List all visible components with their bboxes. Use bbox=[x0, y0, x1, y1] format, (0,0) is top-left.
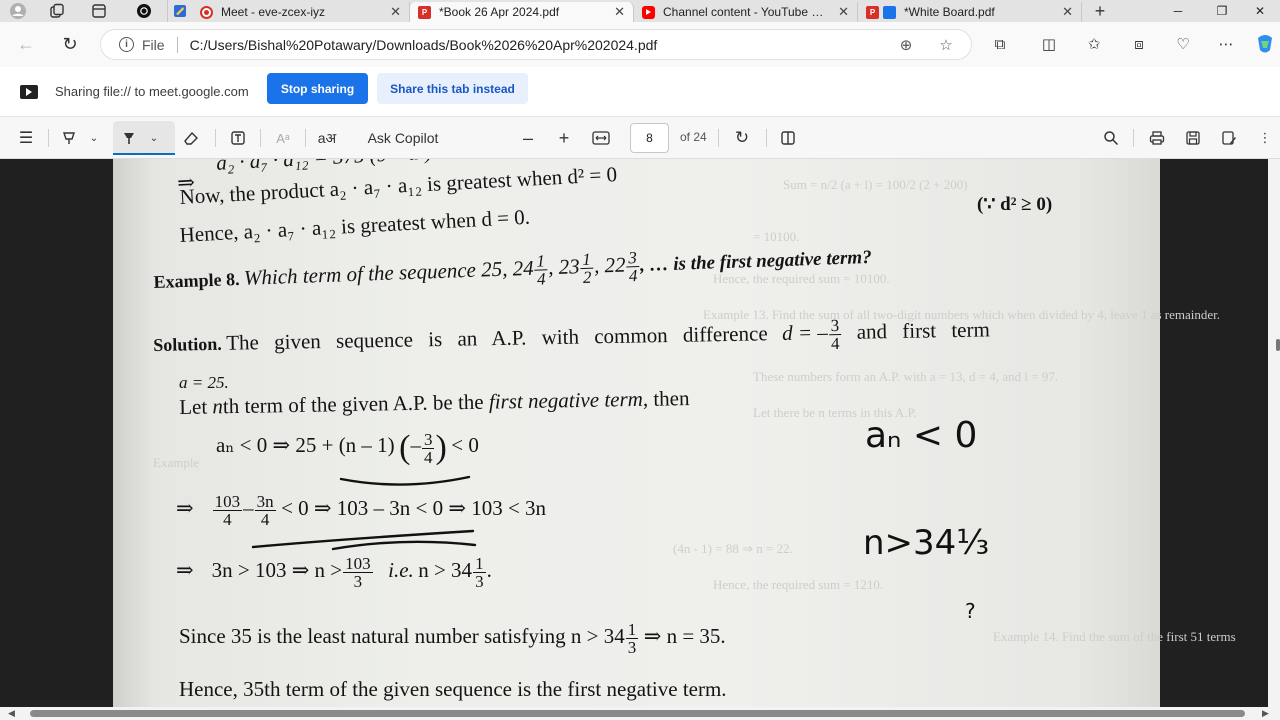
save-icon[interactable] bbox=[1181, 125, 1205, 151]
draw-tool-underline bbox=[113, 153, 175, 155]
close-tab-icon[interactable]: ✕ bbox=[390, 4, 401, 20]
ink-underline bbox=[331, 540, 477, 551]
toolbar-divider bbox=[718, 129, 719, 147]
page-view-icon[interactable] bbox=[776, 125, 800, 151]
chevron-down-icon[interactable]: ⌄ bbox=[88, 125, 100, 151]
whatsapp-tab-icon[interactable] bbox=[120, 0, 168, 22]
share-screen-icon bbox=[20, 84, 38, 99]
tab-strip: Meet - eve-zcex-iyz ✕ P *Book 26 Apr 202… bbox=[0, 0, 1280, 22]
handwritten-note: aₙ < 0 bbox=[865, 415, 978, 456]
eraser-icon[interactable] bbox=[180, 125, 202, 151]
draw-icon[interactable] bbox=[118, 125, 140, 151]
new-tab-icon[interactable]: + bbox=[1082, 0, 1118, 22]
url-text: C:/Users/Bishal%20Potawary/Downloads/Boo… bbox=[189, 36, 658, 53]
url-scheme: File bbox=[142, 36, 165, 53]
handwritten-note: ? bbox=[965, 599, 976, 623]
toolbar-divider bbox=[260, 129, 261, 147]
pdf-icon: P bbox=[866, 5, 879, 19]
horizontal-scrollbar[interactable]: ◀ ▶ bbox=[0, 707, 1280, 720]
ink-strokes bbox=[251, 475, 477, 551]
scroll-marker bbox=[1276, 339, 1280, 351]
close-tab-icon[interactable]: ✕ bbox=[614, 4, 625, 20]
toolbar-divider bbox=[305, 129, 306, 147]
ask-copilot-button[interactable]: Ask Copilot bbox=[358, 125, 448, 151]
pdf-viewer[interactable]: Sum = n/2 (a + l) = 100/2 (2 + 200) = 10… bbox=[0, 159, 1280, 707]
toolbar-divider bbox=[215, 129, 216, 147]
window-icon bbox=[883, 5, 896, 19]
scroll-left-icon[interactable]: ◀ bbox=[8, 707, 15, 720]
minimize-icon[interactable]: ─ bbox=[1158, 0, 1198, 22]
zoom-in-button[interactable]: + bbox=[552, 125, 576, 151]
workspaces-icon[interactable] bbox=[36, 0, 78, 22]
stop-sharing-button[interactable]: Stop sharing bbox=[267, 73, 368, 104]
close-tab-icon[interactable]: ✕ bbox=[838, 4, 849, 20]
restore-icon[interactable]: ❐ bbox=[1202, 0, 1242, 22]
print-icon[interactable] bbox=[1145, 125, 1169, 151]
fit-width-icon[interactable] bbox=[588, 125, 614, 151]
extensions-icon[interactable]: ⧉ bbox=[987, 31, 1013, 57]
save-as-icon[interactable] bbox=[1217, 125, 1241, 151]
zoom-icon[interactable]: ⊕ bbox=[895, 34, 917, 56]
translate-icon[interactable]: aअ bbox=[315, 125, 339, 151]
more-menu-icon[interactable]: ⋯ bbox=[1213, 31, 1239, 57]
profile-icon[interactable] bbox=[0, 0, 36, 22]
ink-underline bbox=[339, 475, 471, 486]
search-icon[interactable] bbox=[1099, 125, 1123, 151]
settings-icon[interactable]: ⋮ bbox=[1255, 125, 1275, 151]
split-screen-icon[interactable]: ◫ bbox=[1036, 31, 1062, 57]
refresh-icon[interactable]: ↻ bbox=[52, 26, 88, 62]
tab-title: Meet - eve-zcex-iyz bbox=[221, 5, 326, 19]
tab-actions-icon[interactable] bbox=[78, 0, 120, 22]
tab-whiteboard-pdf[interactable]: P *White Board.pdf ✕ bbox=[858, 2, 1082, 22]
screen-share-bar: Sharing file:// to meet.google.com Stop … bbox=[0, 67, 1280, 117]
pinned-tab-icon[interactable] bbox=[168, 0, 192, 22]
toolbar-divider bbox=[766, 129, 767, 147]
address-toolbar: ← ↻ i File C:/Users/Bishal%20Potawary/Do… bbox=[0, 22, 1280, 67]
back-icon[interactable]: ← bbox=[8, 26, 44, 62]
page-number-input[interactable]: 8 bbox=[630, 123, 669, 153]
toolbar-divider bbox=[48, 129, 49, 147]
highlight-icon[interactable] bbox=[58, 125, 80, 151]
tab-book-pdf[interactable]: P *Book 26 Apr 2024.pdf ✕ bbox=[410, 2, 634, 22]
tab-title: Channel content - YouTube Studio bbox=[663, 5, 831, 19]
record-icon bbox=[200, 5, 213, 19]
address-field[interactable]: i File C:/Users/Bishal%20Potawary/Downlo… bbox=[100, 29, 972, 60]
tab-youtube-studio[interactable]: Channel content - YouTube Studio ✕ bbox=[634, 2, 858, 22]
zoom-out-button[interactable]: – bbox=[516, 125, 540, 151]
vertical-scrollbar[interactable] bbox=[1268, 159, 1280, 707]
pdf-page: Sum = n/2 (a + l) = 100/2 (2 + 200) = 10… bbox=[113, 159, 1236, 707]
contents-icon[interactable]: ☰ bbox=[14, 125, 38, 151]
info-icon[interactable]: i bbox=[119, 37, 134, 52]
performance-icon[interactable]: ♡ bbox=[1170, 31, 1196, 57]
tab-title: *White Board.pdf bbox=[904, 5, 995, 19]
rotate-icon[interactable]: ↻ bbox=[730, 125, 754, 151]
page-count: of 24 bbox=[680, 130, 707, 144]
youtube-icon bbox=[642, 5, 655, 19]
favorites-icon[interactable]: ✩ bbox=[1081, 31, 1107, 57]
text-box-icon[interactable] bbox=[227, 125, 249, 151]
chevron-down-icon[interactable]: ⌄ bbox=[148, 125, 160, 151]
close-tab-icon[interactable]: ✕ bbox=[1062, 4, 1073, 20]
favorite-star-icon[interactable]: ☆ bbox=[935, 34, 957, 56]
handwritten-note: n>34⅓ bbox=[863, 523, 990, 563]
close-window-icon[interactable]: ✕ bbox=[1240, 0, 1280, 22]
read-aloud-icon[interactable]: Aᵃ bbox=[270, 125, 296, 151]
collections-icon[interactable]: ⧈ bbox=[1126, 31, 1152, 57]
scroll-thumb[interactable] bbox=[30, 710, 1245, 717]
pdf-toolbar: ☰ ⌄ ⌄ Aᵃ aअ Ask Copilot – + 8 of 24 ↻ ⋮ bbox=[0, 117, 1280, 159]
share-message: Sharing file:// to meet.google.com bbox=[55, 84, 249, 99]
scroll-right-icon[interactable]: ▶ bbox=[1262, 707, 1269, 720]
tab-title: *Book 26 Apr 2024.pdf bbox=[439, 5, 560, 19]
pdf-icon: P bbox=[418, 5, 431, 19]
copilot-icon[interactable] bbox=[1252, 31, 1278, 57]
share-this-tab-button[interactable]: Share this tab instead bbox=[377, 73, 528, 104]
toolbar-divider bbox=[1133, 129, 1134, 147]
url-divider bbox=[176, 36, 178, 53]
tab-meet[interactable]: Meet - eve-zcex-iyz ✕ bbox=[192, 2, 410, 22]
